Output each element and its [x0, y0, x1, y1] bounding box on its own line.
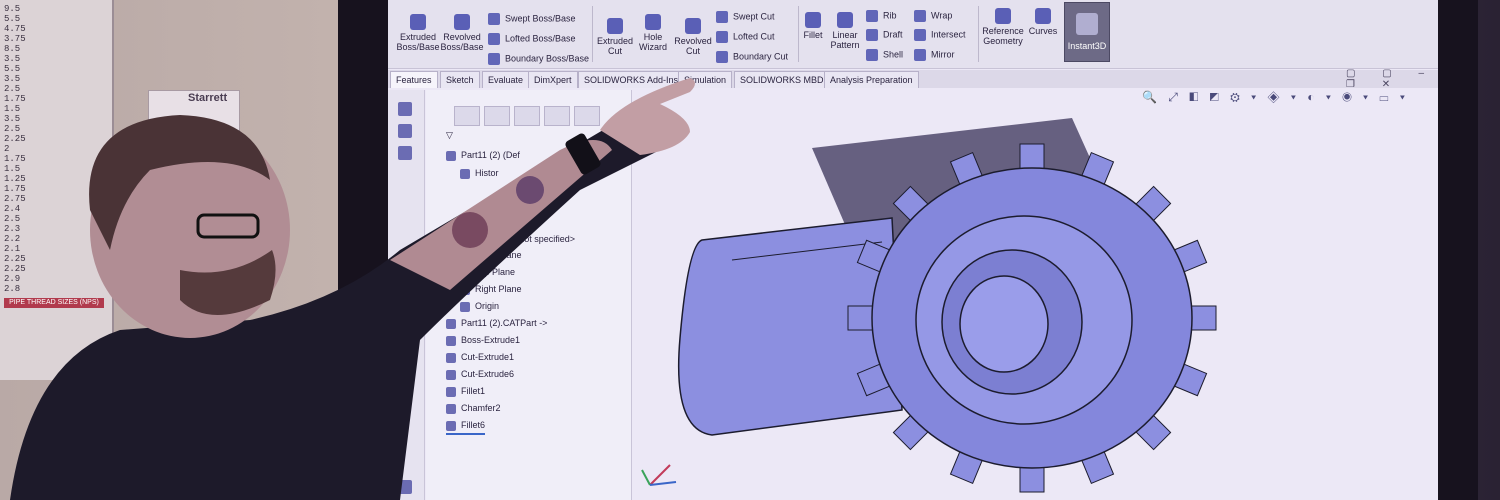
mirror-button[interactable]: Mirror [914, 49, 955, 61]
lofted-cut-label: Lofted Cut [733, 31, 775, 42]
boundary-cut-button[interactable]: Boundary Cut [716, 51, 788, 63]
curves-button[interactable]: Curves [1026, 8, 1060, 36]
swept-cut-button[interactable]: Swept Cut [716, 11, 775, 23]
linear-pattern-icon [837, 12, 853, 28]
tattoo [516, 176, 544, 204]
wrap-icon [914, 10, 926, 22]
rib-label: Rib [883, 10, 897, 21]
draft-label: Draft [883, 29, 903, 40]
curves-label: Curves [1028, 26, 1058, 36]
swept-cut-icon [716, 11, 728, 23]
tab-analysis-preparation[interactable]: Analysis Preparation [824, 71, 919, 88]
boundary-cut-icon [716, 51, 728, 63]
fillet-button[interactable]: Fillet [800, 12, 826, 40]
gear-shaft-model[interactable] [632, 90, 1438, 500]
intersect-label: Intersect [931, 29, 966, 40]
swept-cut-label: Swept Cut [733, 11, 775, 22]
draft-button[interactable]: Draft [866, 29, 903, 41]
instant3d-button[interactable]: Instant3D [1064, 2, 1110, 62]
lofted-cut-icon [716, 31, 728, 43]
tattoo [452, 212, 488, 248]
rib-button[interactable]: Rib [866, 10, 897, 22]
reference-geometry-icon [995, 8, 1011, 24]
presenter [10, 78, 695, 500]
wrap-button[interactable]: Wrap [914, 10, 952, 22]
wrap-label: Wrap [931, 10, 953, 21]
tab-mbd[interactable]: SOLIDWORKS MBD [734, 71, 830, 88]
draft-icon [866, 29, 878, 41]
shell-label: Shell [883, 49, 904, 60]
instant3d-icon [1076, 13, 1098, 35]
instant3d-label: Instant3D [1067, 41, 1107, 51]
boundary-cut-label: Boundary Cut [733, 51, 789, 62]
bore [959, 275, 1049, 373]
linear-pattern-label: Linear Pattern [830, 30, 860, 50]
shell-button[interactable]: Shell [866, 49, 903, 61]
intersect-icon [914, 29, 926, 41]
curves-icon [1035, 8, 1051, 24]
reference-geometry-button[interactable]: Reference Geometry [982, 8, 1024, 46]
intersect-button[interactable]: Intersect [914, 29, 966, 41]
ribbon-divider [798, 6, 799, 62]
mirror-icon [914, 49, 926, 61]
fillet-icon [805, 12, 821, 28]
linear-pattern-button[interactable]: Linear Pattern [828, 12, 862, 50]
reference-geometry-label: Reference Geometry [982, 26, 1024, 46]
fillet-label: Fillet [803, 30, 823, 40]
mirror-label: Mirror [931, 49, 955, 60]
shell-icon [866, 49, 878, 61]
rib-icon [866, 10, 878, 22]
window-controls[interactable]: ▢ ▢ – ❐ ✕ [1346, 68, 1438, 90]
graphics-viewport[interactable]: 🔍 ⤢ ◧ ◩ ⚙ ▾ ◈ ▾ ◐ ▾ ◉ ▾ ▭ ▾ [632, 90, 1438, 500]
ribbon-divider [978, 6, 979, 62]
lofted-cut-button[interactable]: Lofted Cut [716, 31, 775, 43]
